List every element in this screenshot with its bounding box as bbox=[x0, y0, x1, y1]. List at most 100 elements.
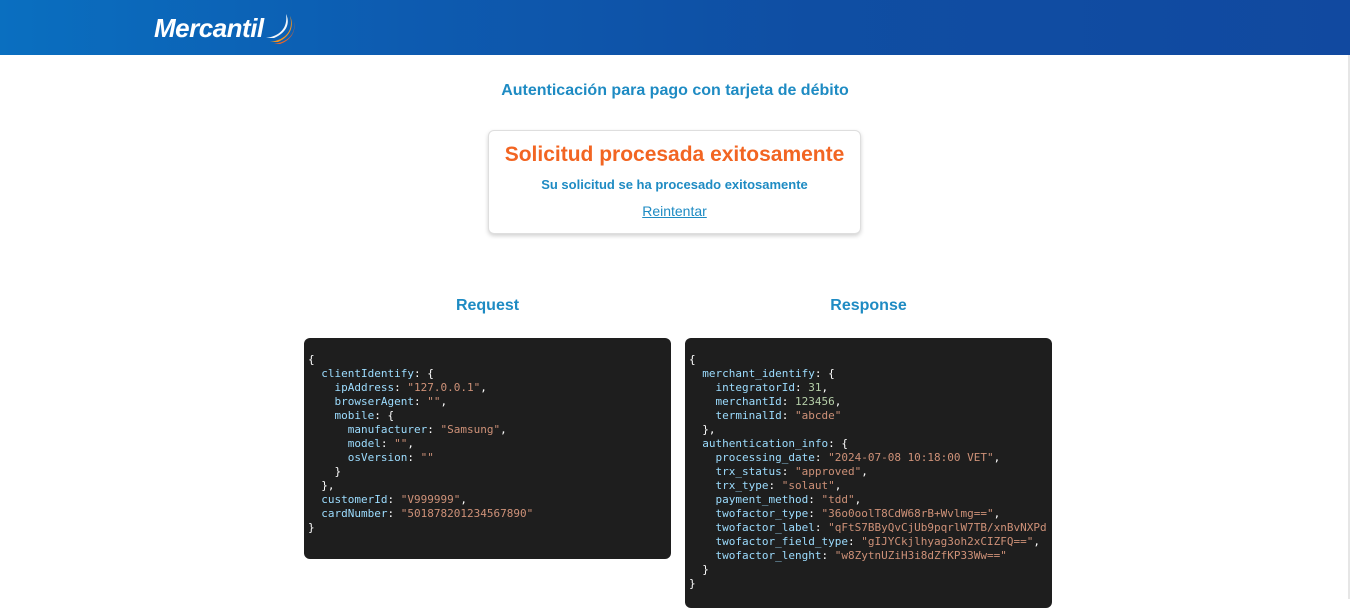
json-punct: } bbox=[702, 563, 709, 576]
code-line: trx_type: "solaut", bbox=[689, 479, 1052, 493]
json-key: twofactor_label bbox=[715, 521, 815, 534]
json-key: model bbox=[347, 437, 381, 450]
json-key: twofactor_type bbox=[715, 507, 809, 520]
json-punct: : bbox=[387, 493, 401, 506]
json-key: cardNumber bbox=[321, 507, 388, 520]
json-punct: , bbox=[993, 451, 1001, 464]
code-line: } bbox=[689, 577, 1052, 591]
json-punct: }, bbox=[702, 423, 716, 436]
json-punct: : bbox=[814, 521, 829, 534]
code-line: } bbox=[308, 521, 671, 535]
code-line: { bbox=[689, 353, 1052, 367]
json-key: integratorId bbox=[715, 381, 795, 394]
header-bar: Mercantil bbox=[0, 0, 1350, 55]
json-string: "V999999" bbox=[400, 493, 461, 506]
result-card: Solicitud procesada exitosamente Su soli… bbox=[488, 130, 861, 234]
code-line: browserAgent: "", bbox=[308, 395, 671, 409]
code-line: twofactor_field_type: "gIJYCkjlhyag3oh2x… bbox=[689, 535, 1052, 549]
code-line: cardNumber: "501878201234567890" bbox=[308, 507, 671, 521]
code-line: model: "", bbox=[308, 437, 671, 451]
json-punct: , bbox=[460, 493, 467, 506]
json-punct: , bbox=[834, 395, 842, 408]
json-key: browserAgent bbox=[334, 395, 414, 408]
code-line: manufacturer: "Samsung", bbox=[308, 423, 671, 437]
json-number: 31 bbox=[808, 381, 822, 394]
json-punct: } bbox=[334, 465, 342, 478]
json-punct: : bbox=[808, 507, 822, 520]
code-line: clientIdentify: { bbox=[308, 367, 671, 381]
json-punct: , bbox=[1033, 535, 1041, 548]
json-key: terminalId bbox=[715, 409, 782, 422]
json-punct: : bbox=[847, 535, 862, 548]
code-line: } bbox=[689, 563, 1052, 577]
result-title: Solicitud procesada exitosamente bbox=[504, 143, 845, 166]
code-line: merchant_identify: { bbox=[689, 367, 1052, 381]
swoosh-icon bbox=[265, 14, 295, 44]
code-line: twofactor_lenght: "w8ZytnUZiH3i8dZfKP33W… bbox=[689, 549, 1052, 563]
json-punct: : bbox=[781, 409, 795, 422]
json-punct: , bbox=[407, 437, 414, 450]
logo-text: Mercantil bbox=[154, 12, 264, 43]
response-title: Response bbox=[830, 297, 907, 314]
json-punct: : bbox=[781, 395, 795, 408]
json-string: "tdd" bbox=[821, 493, 855, 506]
json-string: "abcde" bbox=[794, 409, 842, 422]
json-string: "w8ZytnUZiH3i8dZfKP33Ww==" bbox=[834, 549, 1007, 562]
json-key: payment_method bbox=[715, 493, 809, 506]
json-key: manufacturer bbox=[347, 423, 428, 436]
json-punct: { bbox=[308, 353, 315, 366]
code-line: customerId: "V999999", bbox=[308, 493, 671, 507]
code-line: terminalId: "abcde" bbox=[689, 409, 1052, 423]
json-key: twofactor_lenght bbox=[715, 549, 822, 562]
json-string: "" bbox=[394, 437, 408, 450]
json-key: osVersion bbox=[347, 451, 408, 464]
result-message: Su solicitud se ha procesado exitosament… bbox=[541, 177, 808, 192]
json-string: "" bbox=[427, 395, 441, 408]
json-string: "Samsung" bbox=[440, 423, 501, 436]
request-title: Request bbox=[455, 297, 520, 314]
json-punct: : bbox=[387, 507, 401, 520]
json-punct: : bbox=[407, 451, 421, 464]
json-punct: : bbox=[814, 451, 829, 464]
json-punct: } bbox=[308, 521, 315, 534]
code-line: payment_method: "tdd", bbox=[689, 493, 1052, 507]
code-line: trx_status: "approved", bbox=[689, 465, 1052, 479]
mercantil-logo[interactable]: Mercantil bbox=[154, 8, 298, 48]
json-punct: , bbox=[821, 381, 829, 394]
json-punct: , bbox=[500, 423, 507, 436]
code-line: merchantId: 123456, bbox=[689, 395, 1052, 409]
code-line: }, bbox=[308, 479, 671, 493]
json-number: 123456 bbox=[794, 395, 835, 408]
json-string: "solaut" bbox=[781, 479, 835, 492]
code-line: } bbox=[308, 465, 671, 479]
json-key: ipAddress bbox=[334, 381, 395, 394]
retry-link[interactable]: Reintentar bbox=[642, 203, 707, 219]
json-key: merchantId bbox=[715, 395, 782, 408]
json-punct: : { bbox=[828, 437, 848, 450]
json-punct: , bbox=[440, 395, 448, 408]
json-key: merchant_identify bbox=[702, 367, 815, 380]
json-string: "501878201234567890" bbox=[400, 507, 534, 520]
json-punct: } bbox=[689, 577, 696, 590]
json-punct: : bbox=[413, 395, 428, 408]
code-line: ipAddress: "127.0.0.1", bbox=[308, 381, 671, 395]
json-string: "127.0.0.1" bbox=[407, 381, 481, 394]
json-punct: , bbox=[480, 381, 487, 394]
json-punct: : { bbox=[413, 367, 434, 380]
json-punct: : bbox=[768, 479, 782, 492]
request-code-block: { clientIdentify: { ipAddress: "127.0.0.… bbox=[304, 338, 671, 559]
code-line: twofactor_type: "36o0oolT8CdW68rB+Wvlmg=… bbox=[689, 507, 1052, 521]
code-line: }, bbox=[689, 423, 1052, 437]
json-key: trx_type bbox=[715, 479, 769, 492]
code-line: osVersion: "" bbox=[308, 451, 671, 465]
json-punct: }, bbox=[321, 479, 335, 492]
json-punct: , bbox=[834, 479, 842, 492]
json-punct: , bbox=[861, 465, 868, 478]
json-string: "" bbox=[420, 451, 434, 464]
json-punct: : bbox=[427, 423, 441, 436]
json-string: "2024-07-08 10:18:00 VET" bbox=[828, 451, 994, 464]
json-punct: : { bbox=[374, 409, 395, 422]
code-line: integratorId: 31, bbox=[689, 381, 1052, 395]
json-key: customerId bbox=[321, 493, 388, 506]
json-punct: : { bbox=[814, 367, 835, 380]
